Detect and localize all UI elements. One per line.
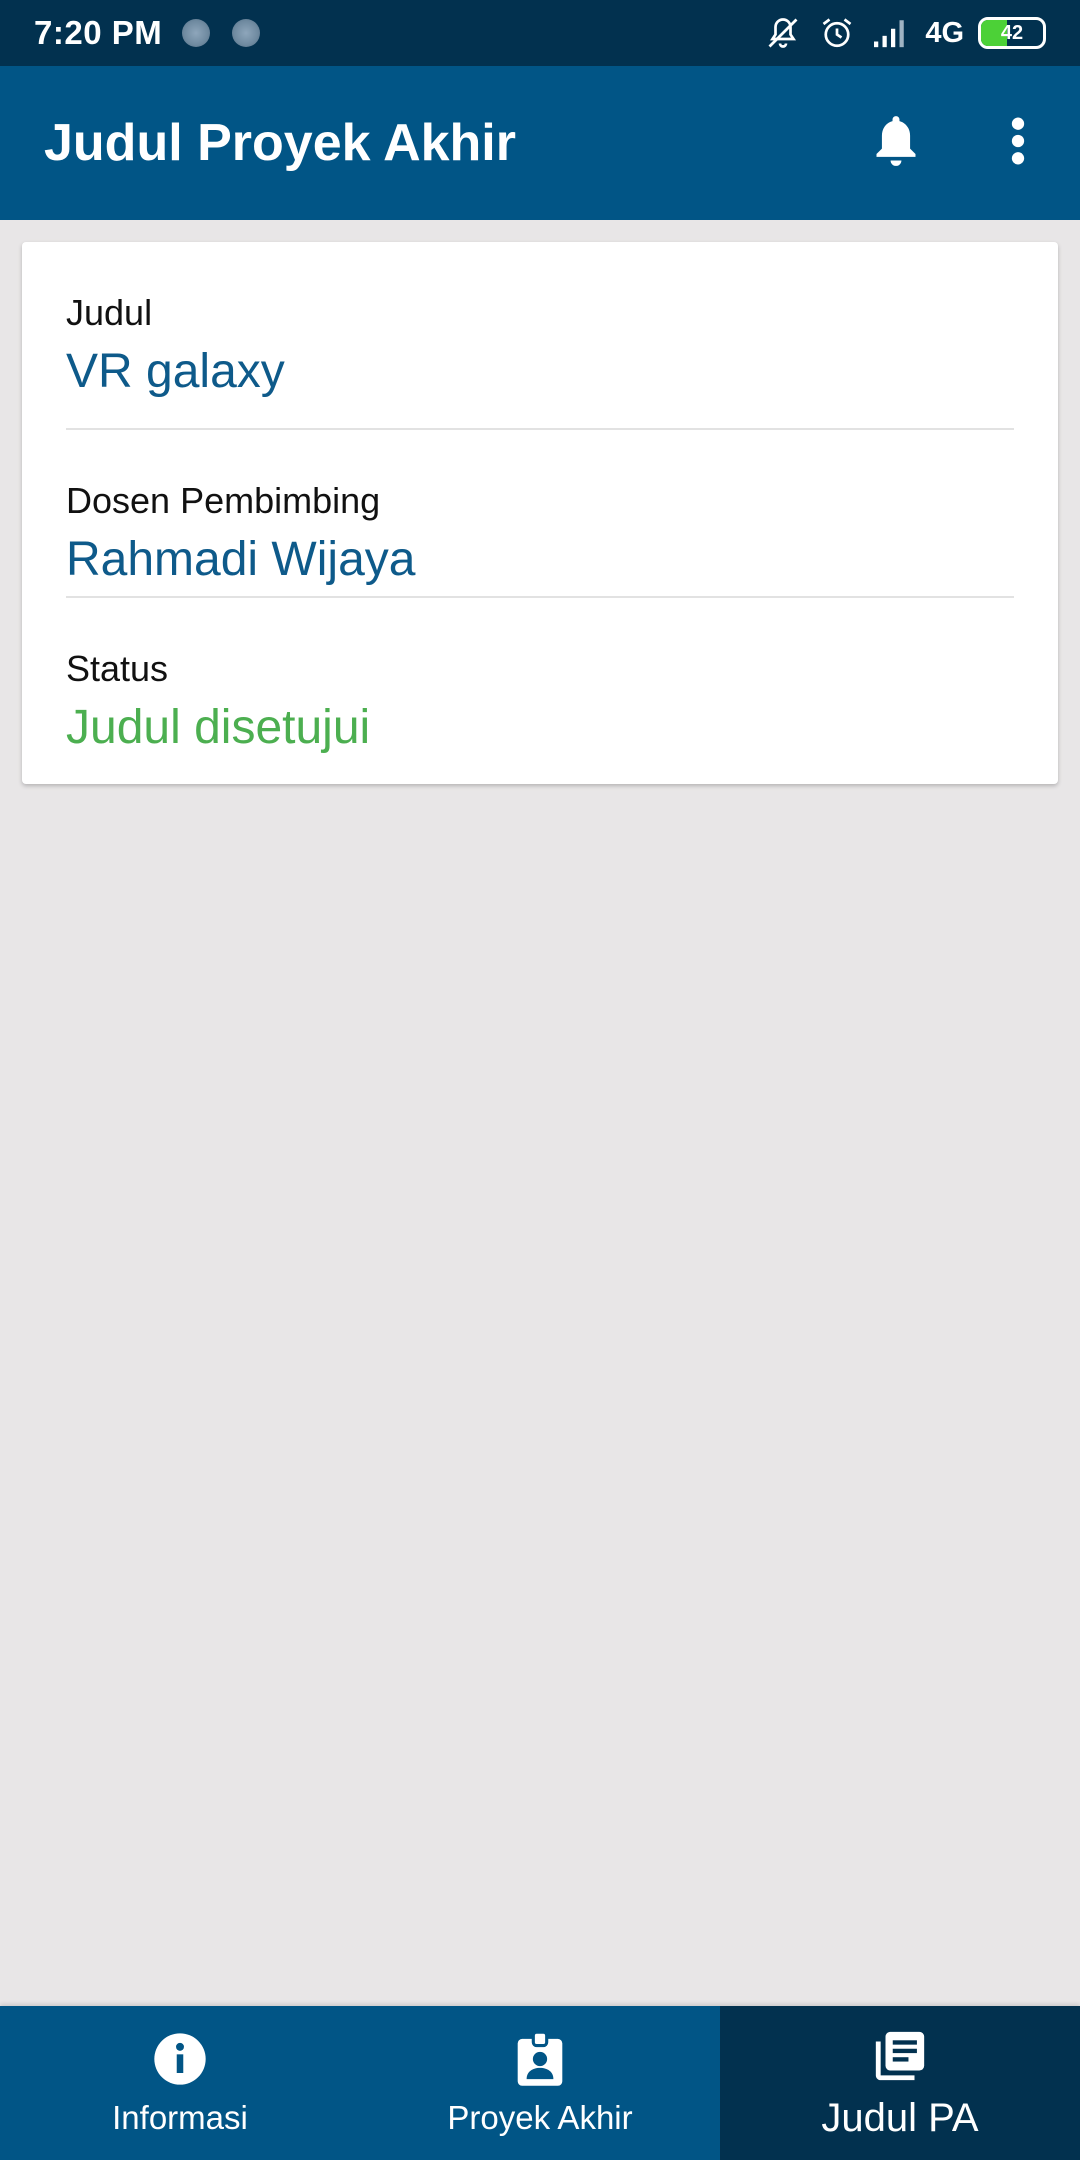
nav-label: Judul PA	[821, 2095, 979, 2140]
info-icon	[150, 2029, 210, 2089]
status-value: Judul disetujui	[66, 701, 371, 754]
mute-icon	[763, 13, 803, 53]
badge-icon	[510, 2029, 570, 2089]
nav-item-proyek-akhir[interactable]: Proyek Akhir	[360, 2006, 720, 2160]
proposal-card: Judul VR galaxy Dosen Pembimbing Rahmadi…	[22, 242, 1058, 784]
field-dosen-pembimbing: Dosen Pembimbing Rahmadi Wijaya	[66, 430, 1014, 598]
more-vert-icon	[1010, 116, 1026, 171]
nav-item-judul-pa[interactable]: Judul PA	[720, 2006, 1080, 2160]
status-bar: 7:20 PM 4G 42	[0, 0, 1080, 66]
bell-icon	[870, 112, 922, 175]
app-bar-actions	[856, 103, 1036, 183]
bottom-navigation: Informasi Proyek Akhir Judul PA	[0, 2006, 1080, 2160]
library-books-icon	[870, 2026, 930, 2086]
notification-dot-icon	[232, 19, 261, 47]
overflow-menu-button[interactable]	[998, 103, 1038, 183]
status-icons: 4G 42	[763, 13, 1046, 53]
field-value: Rahmadi Wijaya	[66, 533, 416, 586]
network-type: 4G	[925, 16, 964, 49]
field-label: Judul	[66, 292, 153, 333]
battery-icon: 42	[978, 17, 1046, 49]
field-status: Status Judul disetujui	[66, 598, 1014, 766]
alarm-icon	[817, 13, 857, 53]
nav-label: Proyek Akhir	[447, 2099, 633, 2136]
battery-level: 42	[1000, 21, 1024, 44]
status-time: 7:20 PM	[34, 14, 163, 51]
page-title: Judul Proyek Akhir	[44, 114, 516, 172]
field-label: Status	[66, 648, 169, 689]
app-bar: Judul Proyek Akhir	[0, 66, 1080, 220]
signal-icon	[871, 13, 911, 53]
nav-label: Informasi	[112, 2099, 248, 2136]
notifications-button[interactable]	[856, 103, 936, 183]
notification-dot-icon	[182, 19, 211, 47]
field-judul: Judul VR galaxy	[66, 242, 1014, 430]
nav-item-informasi[interactable]: Informasi	[0, 2006, 360, 2160]
field-value: VR galaxy	[66, 345, 285, 398]
field-label: Dosen Pembimbing	[66, 480, 381, 521]
